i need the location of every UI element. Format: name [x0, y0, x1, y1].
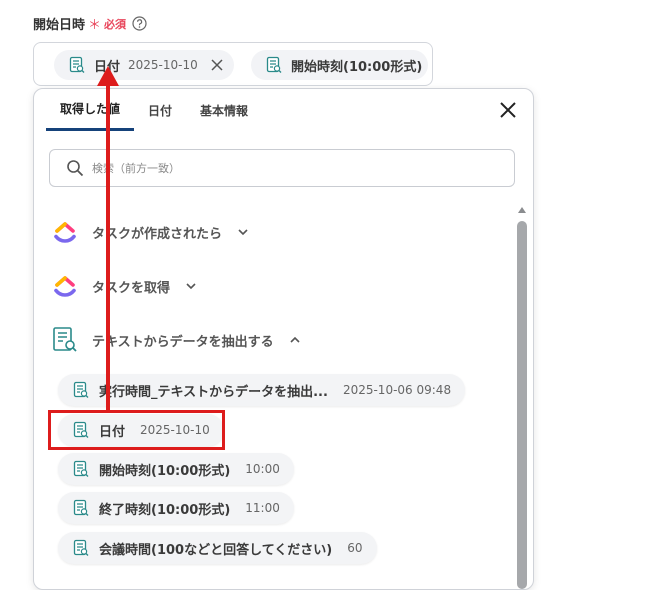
value-picker-panel: 取得した値 日付 基本情報 検索（前方一致） タスクが作成されたら タスクを取得 — [33, 88, 534, 590]
item-name: 実行時間_テキストからデータを抽出... — [99, 384, 328, 400]
document-icon — [72, 539, 90, 557]
help-icon[interactable] — [132, 16, 147, 31]
highlight-box — [48, 410, 225, 450]
group-label: テキストからデータを抽出する — [92, 334, 274, 350]
ai-extract-icon — [52, 326, 78, 354]
document-icon — [72, 460, 90, 478]
group-get-task[interactable]: タスクを取得 — [52, 272, 198, 300]
chevron-down-icon — [236, 225, 250, 239]
scrollbar-thumb[interactable] — [517, 221, 527, 589]
chevron-down-icon — [184, 279, 198, 293]
clickup-logo-icon — [52, 218, 78, 246]
item-value: 10:00 — [245, 462, 280, 476]
search-placeholder: 検索（前方一致） — [92, 162, 180, 175]
field-label-text: 開始日時 — [33, 18, 86, 33]
document-icon — [265, 56, 283, 74]
chip-name: 日付 — [94, 59, 121, 75]
close-icon[interactable] — [210, 58, 224, 72]
document-icon — [72, 381, 90, 399]
group-extract-data[interactable]: テキストからデータを抽出する — [52, 326, 302, 354]
tab-basic-info[interactable]: 基本情報 — [186, 89, 262, 131]
tab-date[interactable]: 日付 — [134, 89, 186, 131]
item-value: 60 — [347, 541, 363, 555]
field-label: 開始日時 ＊ 必須 — [33, 14, 147, 33]
list-item[interactable]: 会議時間(100などと回答してください) 60 — [58, 532, 377, 564]
group-task-created[interactable]: タスクが作成されたら — [52, 218, 250, 246]
document-icon — [68, 56, 86, 74]
chip-value: 2025-10-10 — [128, 58, 198, 72]
list-item[interactable]: 開始時刻(10:00形式) 10:00 — [58, 453, 294, 485]
item-name: 会議時間(100などと回答してください) — [99, 542, 333, 558]
group-label: タスクが作成されたら — [92, 226, 223, 242]
chip-name: 開始時刻(10:00形式) — [291, 59, 423, 75]
item-value: 11:00 — [245, 501, 280, 515]
search-field[interactable]: 検索（前方一致） — [49, 149, 515, 187]
list-item[interactable]: 終了時刻(10:00形式) 11:00 — [58, 492, 294, 524]
input-chip-date[interactable]: 日付 2025-10-10 — [54, 50, 234, 80]
item-value: 2025-10-06 09:48 — [342, 383, 452, 397]
input-chip-start-time[interactable]: 開始時刻(10:00形式) — [251, 50, 429, 80]
required-text: 必須 — [104, 17, 127, 31]
group-label: タスクを取得 — [92, 280, 171, 296]
clickup-logo-icon — [52, 272, 78, 300]
tab-acquired-values[interactable]: 取得した値 — [46, 89, 135, 131]
document-icon — [72, 499, 90, 517]
required-mark: ＊ — [88, 18, 102, 33]
item-name: 終了時刻(10:00形式) — [99, 502, 231, 518]
item-name: 開始時刻(10:00形式) — [99, 463, 231, 479]
search-icon — [66, 159, 84, 177]
close-icon[interactable] — [499, 101, 517, 119]
tab-bar: 取得した値 日付 基本情報 — [46, 89, 262, 131]
chevron-up-icon — [288, 333, 302, 347]
list-item[interactable]: 実行時間_テキストからデータを抽出... 2025-10-06 09:48 — [58, 374, 466, 406]
scroll-up-icon[interactable] — [517, 205, 527, 215]
